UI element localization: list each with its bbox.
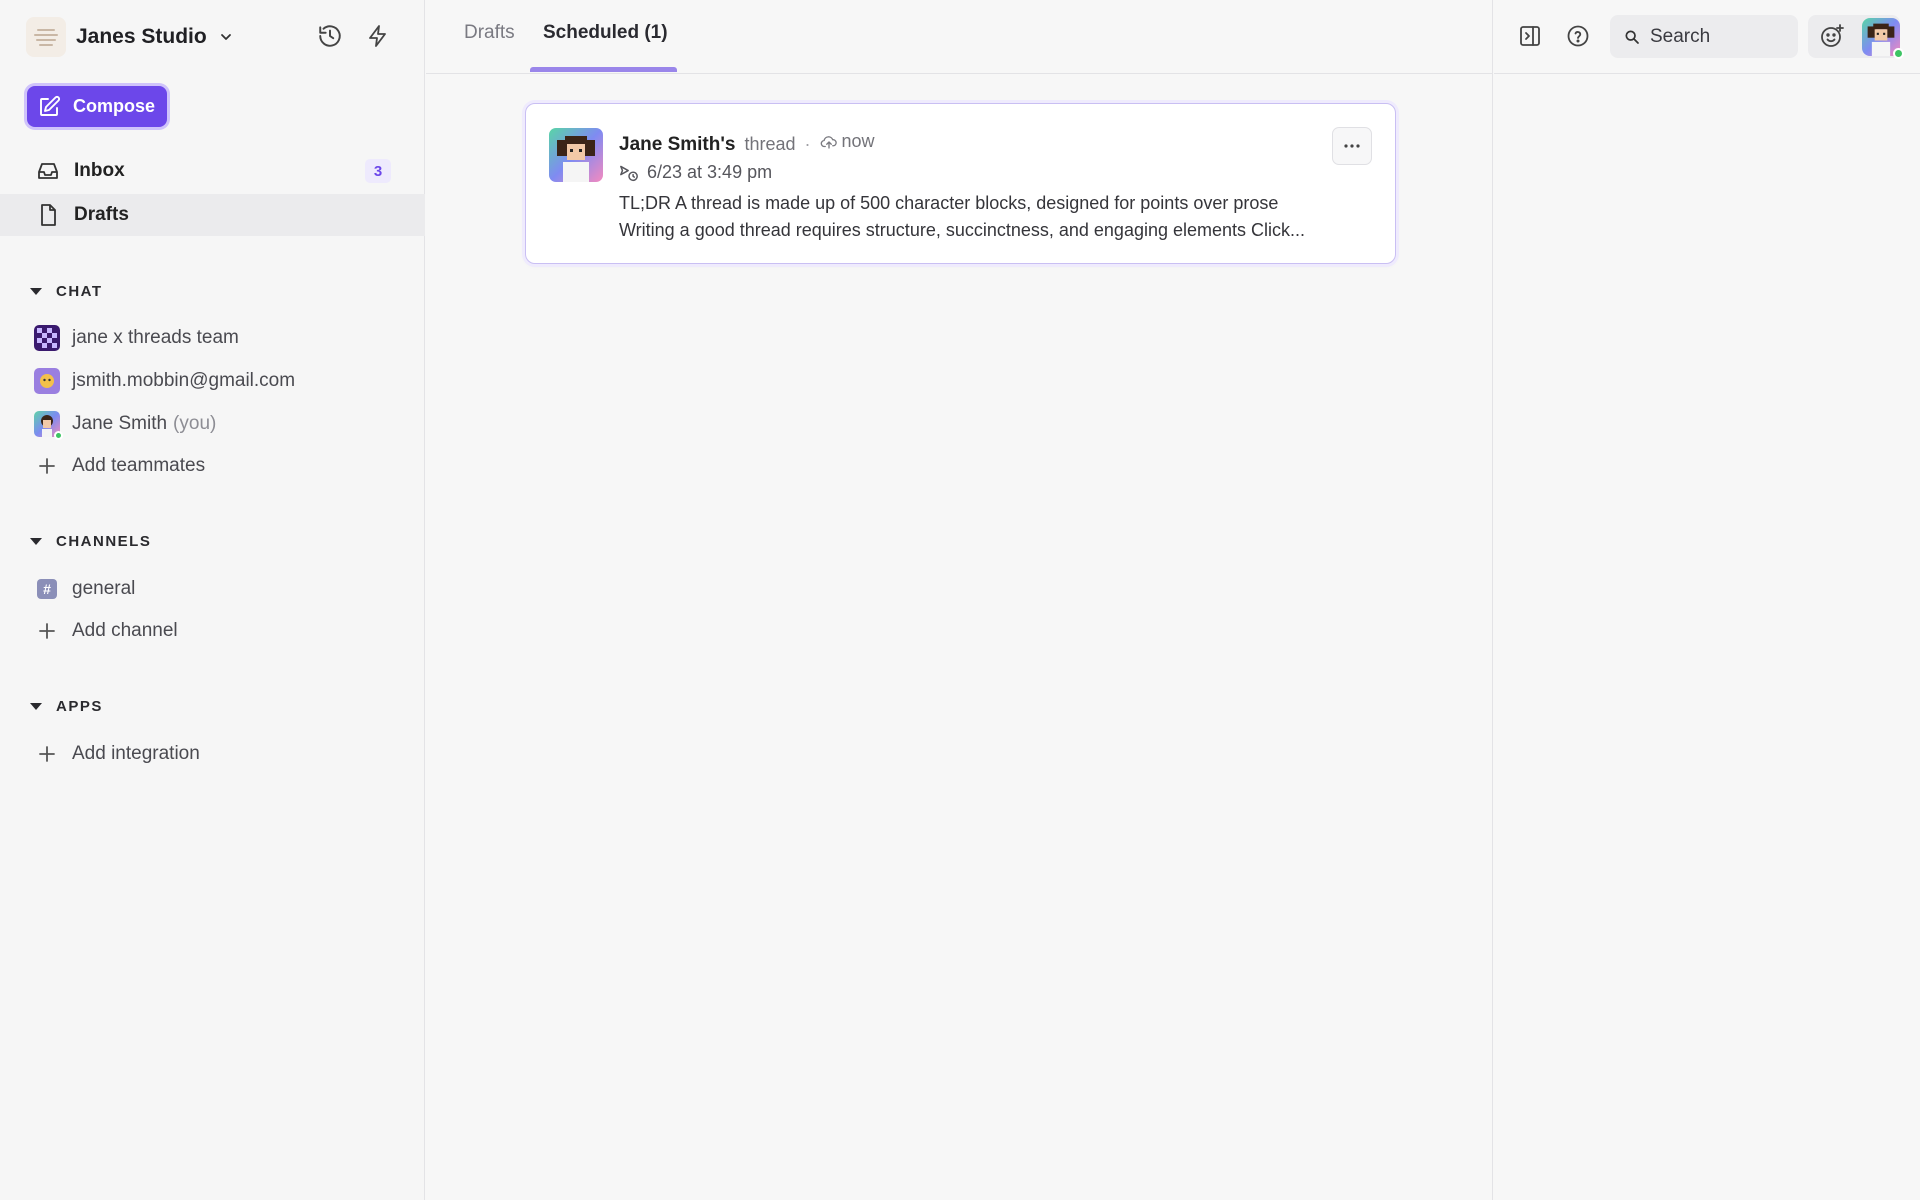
online-status-dot — [1893, 48, 1904, 59]
channels-section-header[interactable]: CHANNELS — [30, 530, 151, 552]
self-avatar — [34, 411, 63, 440]
ellipsis-icon — [1344, 144, 1360, 148]
post-kind: thread — [744, 133, 796, 154]
add-teammates-label: Add teammates — [72, 455, 206, 476]
sidebar: Janes Studio Compose Inbox 3 Drafts CHAT… — [0, 0, 425, 1200]
workspace-switcher[interactable]: Janes Studio — [26, 17, 233, 57]
workspace-name: Janes Studio — [76, 25, 207, 48]
more-options-button[interactable] — [1332, 127, 1372, 165]
tabs-bar: Drafts Scheduled (1) — [426, 0, 1493, 74]
cloud-upload-icon — [820, 135, 837, 149]
active-tab-indicator — [530, 67, 677, 72]
search-input[interactable]: Search — [1610, 15, 1798, 58]
user-menu[interactable] — [1808, 15, 1904, 59]
sync-status: now — [820, 131, 875, 152]
chat-section-header[interactable]: CHAT — [30, 280, 103, 302]
chat-item-email[interactable]: jsmith.mobbin@gmail.com — [34, 365, 414, 397]
inbox-count-badge: 3 — [365, 159, 391, 183]
thread-preview: TL;DR A thread is made up of 500 charact… — [619, 190, 1379, 244]
caret-down-icon — [30, 287, 42, 295]
right-panel: Search — [1494, 0, 1920, 1200]
plus-icon — [34, 618, 60, 644]
apps-section-header[interactable]: APPS — [30, 695, 103, 717]
apps-section-title: APPS — [56, 697, 103, 715]
scheduled-thread-card[interactable]: Jane Smith's thread · now 6/23 at 3:49 p… — [525, 103, 1396, 264]
sync-status-label: now — [841, 131, 875, 151]
scheduled-send-icon — [620, 165, 638, 181]
add-channel-label: Add channel — [72, 620, 178, 641]
schedule-time: 6/23 at 3:49 pm — [647, 162, 773, 182]
channel-item-general[interactable]: # general — [34, 573, 414, 605]
nav-inbox-label: Inbox — [74, 160, 125, 181]
add-teammates-button[interactable]: Add teammates — [34, 450, 414, 482]
tab-scheduled[interactable]: Scheduled (1) — [543, 22, 668, 44]
compose-icon — [40, 95, 60, 116]
user-avatar — [34, 368, 60, 394]
add-integration-label: Add integration — [72, 743, 200, 764]
caret-down-icon — [30, 702, 42, 710]
channel-item-label: general — [72, 578, 136, 599]
lightning-icon[interactable] — [364, 22, 392, 50]
schedule-info: 6/23 at 3:49 pm — [619, 162, 772, 183]
help-icon[interactable] — [1564, 22, 1592, 50]
author-name: Jane Smith's — [619, 133, 736, 155]
chat-item-label: Jane Smith (you) — [72, 413, 217, 434]
add-integration-button[interactable]: Add integration — [34, 738, 414, 770]
preview-line-2: Writing a good thread requires structure… — [619, 220, 1306, 240]
chat-item-self[interactable]: Jane Smith (you) — [34, 408, 414, 440]
chat-item-label: jane x threads team — [72, 327, 239, 348]
preview-line-1: TL;DR A thread is made up of 500 charact… — [619, 193, 1279, 213]
separator: · — [804, 133, 811, 154]
search-icon — [1625, 29, 1639, 44]
right-topbar: Search — [1494, 0, 1920, 74]
document-icon — [41, 204, 56, 226]
nav-inbox[interactable]: Inbox 3 — [0, 150, 425, 192]
hash-icon: # — [37, 579, 57, 599]
nav-drafts[interactable]: Drafts — [0, 194, 425, 236]
card-header: Jane Smith's thread · now — [619, 131, 875, 156]
tab-drafts[interactable]: Drafts — [464, 22, 515, 44]
channels-section-title: CHANNELS — [56, 532, 152, 550]
add-reaction-icon[interactable] — [1818, 22, 1846, 50]
online-status-dot — [54, 431, 63, 440]
chat-section-title: CHAT — [56, 282, 103, 300]
nav-drafts-label: Drafts — [74, 204, 129, 225]
workspace-logo — [26, 17, 66, 57]
toggle-panel-icon[interactable] — [1516, 22, 1544, 50]
plus-icon — [34, 453, 60, 479]
team-avatar — [34, 325, 60, 351]
chat-item-label: jsmith.mobbin@gmail.com — [72, 370, 296, 391]
inbox-icon — [38, 163, 58, 179]
compose-label: Compose — [73, 96, 156, 116]
main-panel: Drafts Scheduled (1) Jane Smith's thread… — [426, 0, 1493, 1200]
history-icon[interactable] — [316, 22, 344, 50]
plus-icon — [34, 741, 60, 767]
chat-item-team[interactable]: jane x threads team — [34, 322, 414, 354]
author-avatar — [549, 128, 603, 182]
caret-down-icon — [30, 537, 42, 545]
chevron-down-icon — [220, 34, 231, 40]
search-placeholder: Search — [1650, 25, 1711, 47]
add-channel-button[interactable]: Add channel — [34, 615, 414, 647]
compose-button[interactable]: Compose — [27, 86, 167, 127]
